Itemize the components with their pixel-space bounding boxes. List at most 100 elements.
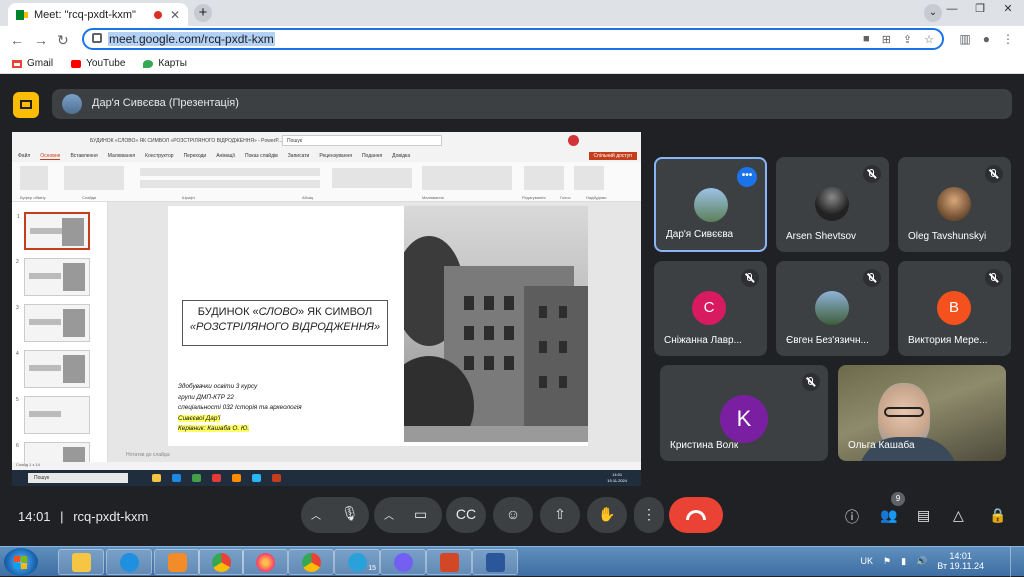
slide-canvas: БУДИНОК «СЛОВО» ЯК СИМВОЛ «РОЗСТРІЛЯНОГО… [108,202,641,474]
explorer-taskbar-button[interactable] [58,549,104,575]
reload-button[interactable]: ↻ [57,32,69,49]
address-bar[interactable]: meet.google.com/rcq-pxdt-kxm ■ ⊞ ⇪ ☆ [82,28,944,50]
site-info-icon[interactable] [92,33,102,43]
ie-taskbar-button[interactable] [106,549,152,575]
presentation-icon[interactable] [13,92,39,118]
profile-icon[interactable]: ● [983,32,990,46]
share-icon[interactable]: ⇪ [903,33,912,46]
slide-thumb-1: 1 [17,212,90,250]
show-desktop-button[interactable] [1010,547,1024,577]
slide-thumb-4: 4 [16,350,90,388]
menu-design: Конструктор [145,153,174,159]
bookmark-star-icon[interactable]: ☆ [924,33,934,46]
powerpoint-share-button: Спільний доступ [588,152,637,160]
system-clock[interactable]: 14:01 Вт 19.11.24 [937,551,984,571]
recording-icon [153,10,162,19]
camera-icon[interactable]: ▭ [414,506,427,523]
participant-tile-3[interactable]: Oleg Tavshunskyi [898,157,1011,252]
forward-button[interactable]: → [34,32,48,48]
meeting-info-icon[interactable]: ⓘ [845,507,859,527]
firefox-taskbar-button[interactable] [242,549,288,575]
close-tab-icon[interactable]: ✕ [170,8,180,22]
slide-thumb-5: 5 [16,396,90,434]
volume-icon[interactable]: 🔊 [916,556,927,567]
host-controls-icon[interactable]: 🔒 [989,507,1006,524]
more-options-icon[interactable]: ••• [737,167,757,187]
side-panel-icon[interactable]: ▥ [959,32,970,46]
close-window-button[interactable]: ✕ [996,0,1020,18]
menu-animations: Анімації [216,153,236,159]
chrome-icon [212,553,231,572]
participant-name: Виктория Мере... [908,335,988,346]
telegram-icon [348,553,367,572]
participant-tile-1[interactable]: ••• Дар'я Сивєєва [654,157,767,252]
chat-icon[interactable]: ▤ [917,507,930,524]
video-options-chevron-icon[interactable]: ︿ [384,507,394,522]
translate-icon[interactable]: ⊞ [882,33,891,46]
meet-icon [16,9,28,20]
url-text[interactable]: meet.google.com/rcq-pxdt-kxm [108,32,275,46]
menu-transitions: Переходи [183,153,207,159]
mic-control[interactable]: ︿ 🎙 [301,497,369,533]
network-icon[interactable]: ▮ [901,556,906,567]
language-indicator[interactable]: UK [861,556,874,566]
bookmark-gmail[interactable]: Gmail [12,58,53,69]
slide-title: БУДИНОК «СЛОВО» ЯК СИМВОЛ «РОЗСТРІЛЯНОГО… [182,300,388,346]
activities-icon[interactable]: △ [953,507,964,524]
restore-button[interactable]: ❐ [968,0,992,18]
participant-name: Oleg Tavshunskyi [908,231,987,242]
participant-tile-2[interactable]: Arsen Shevtsov [776,157,889,252]
chrome-taskbar-button[interactable] [198,549,244,575]
participant-tile-4[interactable]: C Сніжанна Лавр... [654,261,767,356]
participant-name: Ольга Кашаба [848,440,915,451]
participant-tile-7[interactable]: K Кристина Волк [660,365,828,461]
more-options-button[interactable]: ⋮ [634,497,664,533]
participant-tile-6[interactable]: В Виктория Мере... [898,261,1011,356]
menu-icon[interactable]: ⋮ [1002,32,1014,46]
menu-draw: Малювання [107,153,136,159]
participant-avatar [815,187,849,221]
viber-taskbar-button[interactable] [380,549,426,575]
present-button[interactable]: ⇧ [540,497,580,533]
media-player-icon [168,553,187,572]
participant-name: Сніжанна Лавр... [664,335,742,346]
chrome-2-taskbar-button[interactable] [288,549,334,575]
mic-off-icon [802,373,820,391]
slide-author-info: Здобувачки освіти 3 курсу групи ДМП-КТР … [178,383,302,432]
audio-options-chevron-icon[interactable]: ︿ [311,507,321,522]
telegram-taskbar-button[interactable]: 15 [334,549,380,575]
bookmark-maps[interactable]: Карты [143,58,187,69]
new-tab-button[interactable]: + [194,4,212,22]
reactions-button[interactable]: ☺ [493,497,533,533]
start-button[interactable] [4,548,38,576]
meet-stage: Дар'я Сивєєва (Презентація) БУДИНОК «СЛО… [0,75,1024,546]
participant-tile-5[interactable]: Євген Без'язичн... [776,261,889,356]
mic-off-icon [741,269,759,287]
captions-button[interactable]: CC [446,497,486,533]
presenter-label: Дар'я Сивєєва (Презентація) [92,97,239,109]
flag-icon[interactable]: ⚑ [883,556,891,567]
tab-meet[interactable]: Meet: "rcq-pxdt-kxm" ✕ [8,3,188,26]
word-taskbar-button[interactable] [472,549,518,575]
menu-file: Файл [18,153,31,159]
meeting-clock-and-code: 14:01 | rcq-pxdt-kxm [18,509,149,524]
microphone-icon[interactable]: 🎙 [341,505,359,522]
media-taskbar-button[interactable] [154,549,200,575]
browser-toolbar: ← → ↻ meet.google.com/rcq-pxdt-kxm ■ ⊞ ⇪… [0,26,1024,54]
camera-control[interactable]: ︿ ▭ [374,497,442,533]
chrome-icon [302,553,321,572]
raise-hand-button[interactable]: ✋ [587,497,627,533]
back-button[interactable]: ← [10,32,24,48]
windows-taskbar: 15 UK ⚑ ▮ 🔊 14:01 Вт 19.11.24 [0,546,1024,577]
bookmark-youtube[interactable]: YouTube [71,58,125,69]
leave-call-button[interactable] [669,497,723,533]
hangup-icon [686,510,706,520]
powerpoint-title: БУДИНОК «СЛОВО» ЯК СИМВОЛ «РОЗСТРІЛЯНОГО… [90,138,283,144]
minimize-button[interactable]: — [940,0,964,18]
powerpoint-search: Пошук [282,135,442,146]
camera-in-use-icon[interactable]: ■ [863,33,870,46]
menu-help: Довідка [392,153,411,159]
powerpoint-taskbar-button[interactable] [426,549,472,575]
people-icon[interactable]: 👥 [880,507,897,524]
participant-tile-8[interactable]: Ольга Кашаба [838,365,1006,461]
